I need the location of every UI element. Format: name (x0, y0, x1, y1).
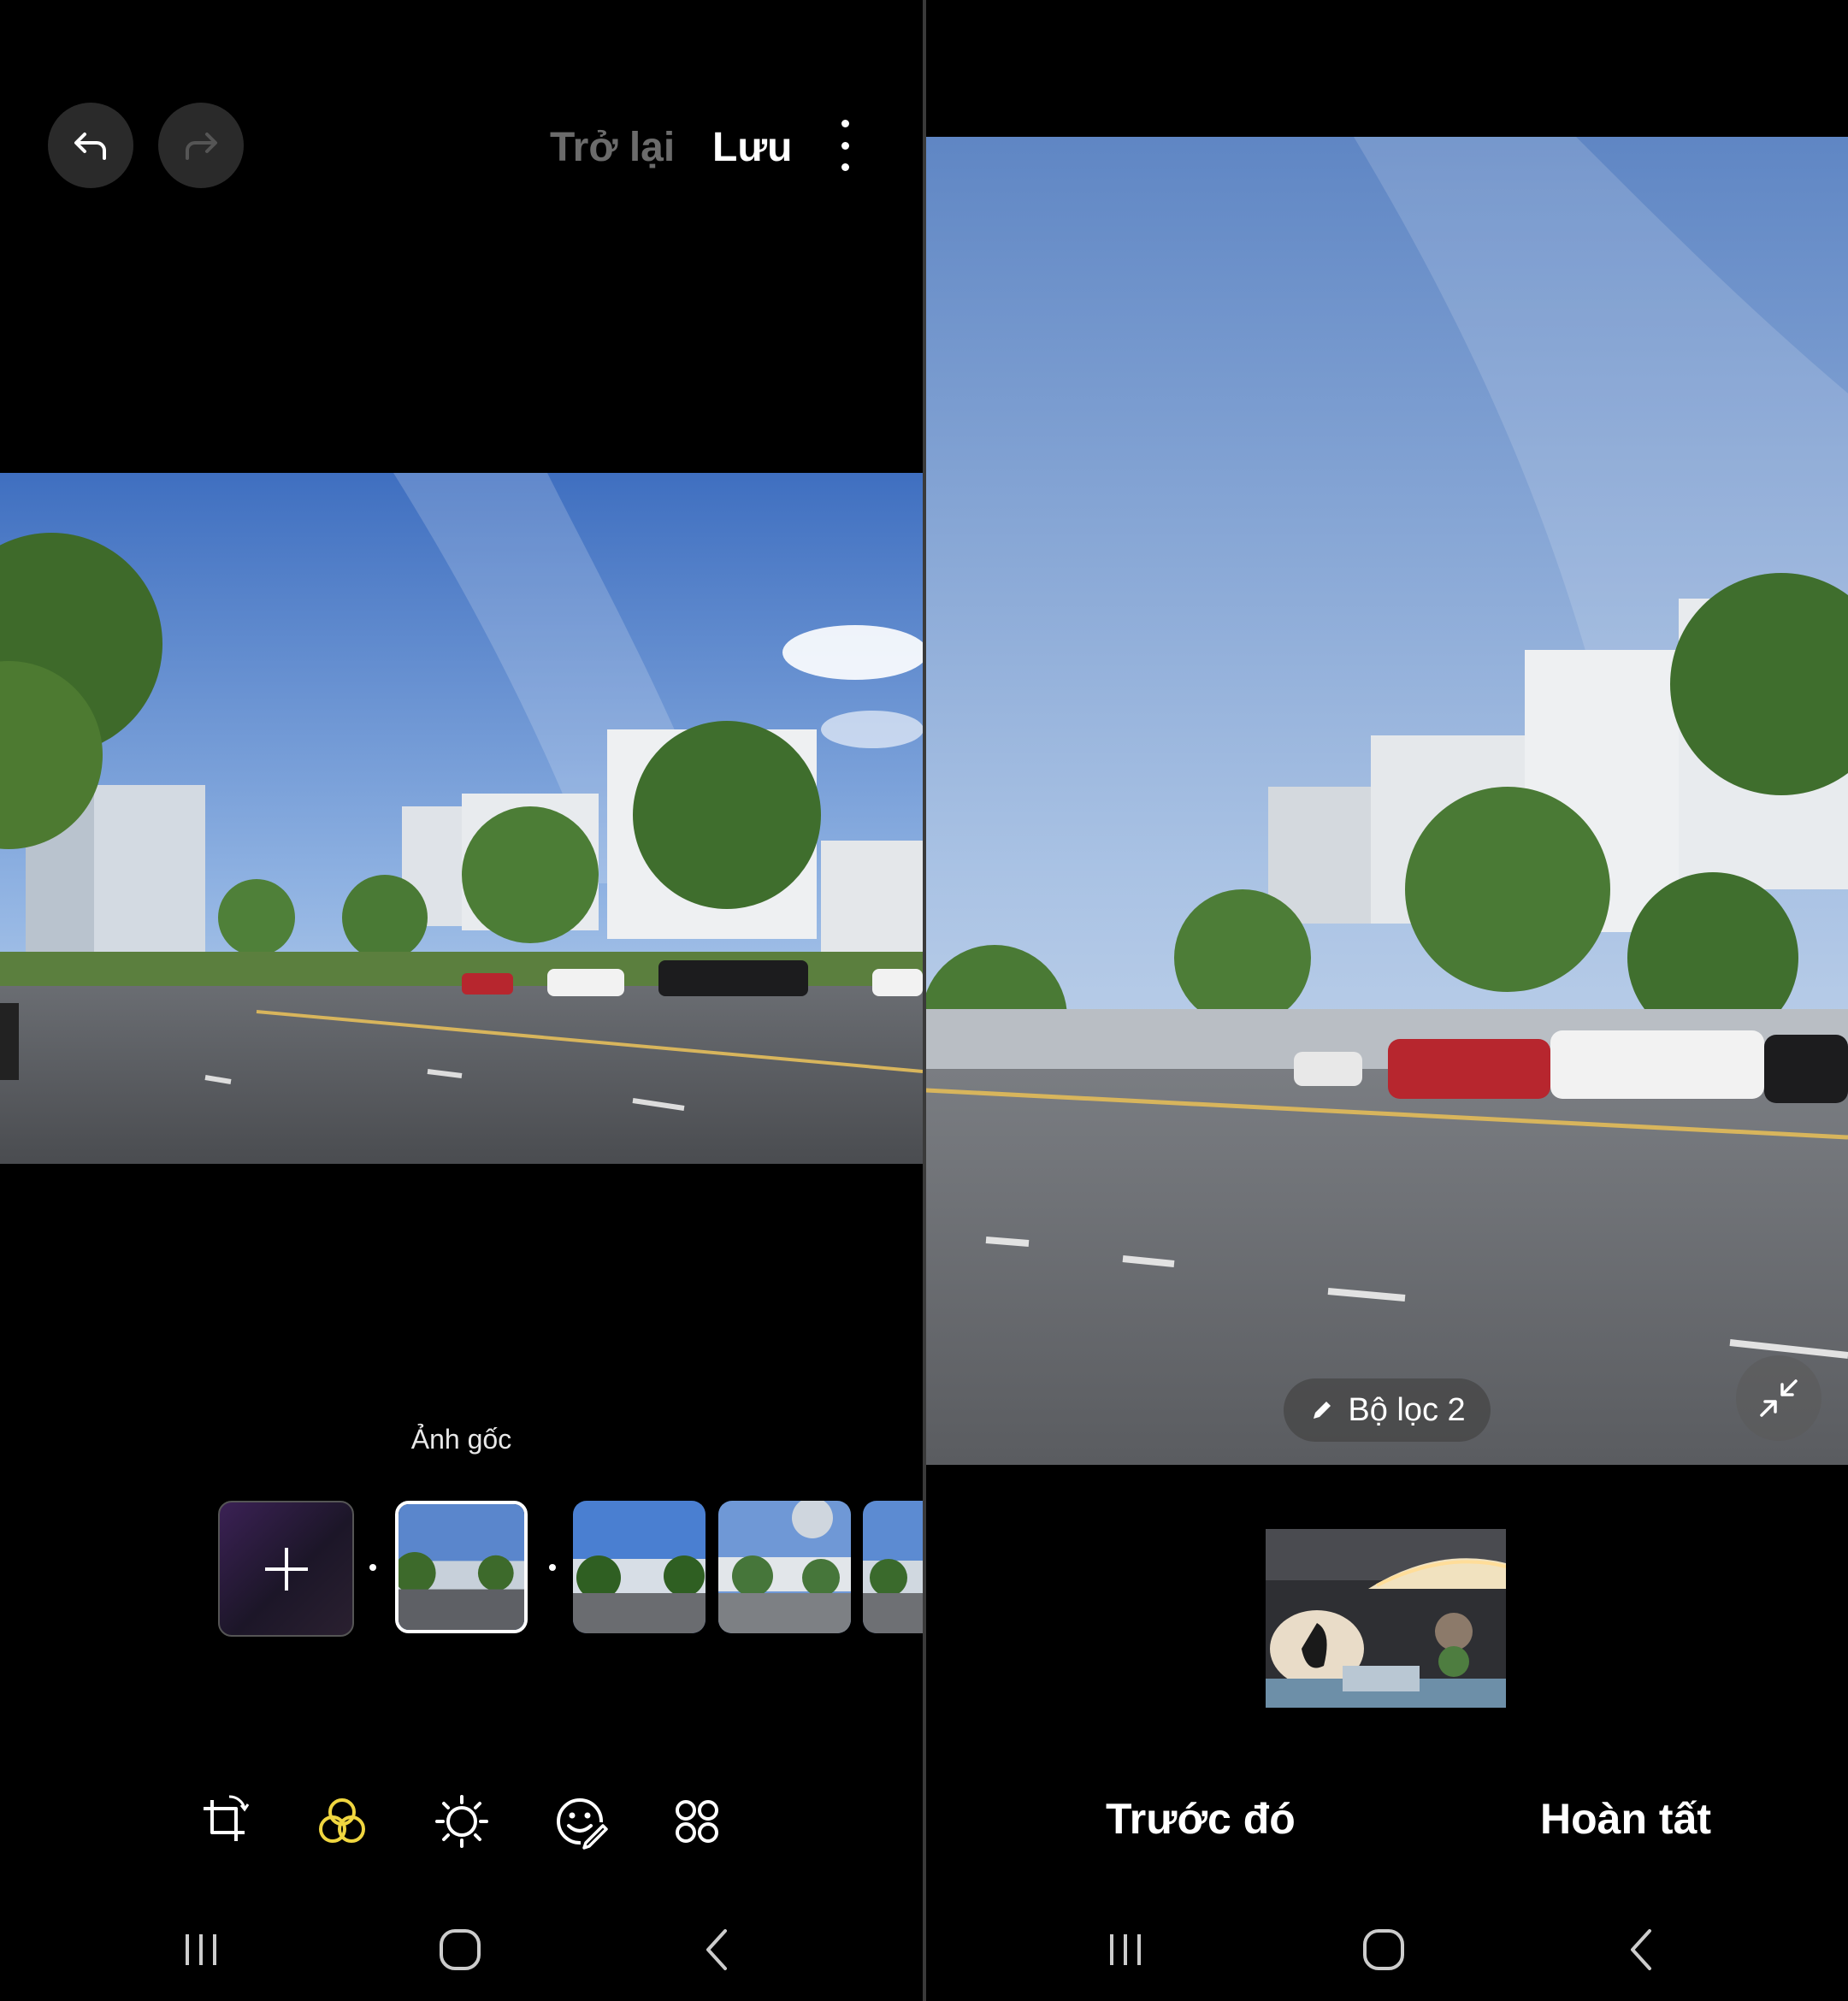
more-tools[interactable] (667, 1791, 727, 1851)
compare-panel: Bộ lọc 2 Trước đó Hoàn tất (926, 0, 1848, 2001)
home-button[interactable] (434, 1924, 486, 1975)
separator-dot (549, 1564, 556, 1571)
back-button[interactable] (693, 1924, 744, 1975)
back-icon (1631, 1929, 1651, 1970)
brightness-tool[interactable] (432, 1791, 492, 1851)
next-photo-thumbnail[interactable] (1266, 1529, 1506, 1708)
brightness-icon (435, 1795, 488, 1848)
recent-apps-icon (186, 1934, 216, 1965)
recent-apps-button[interactable] (1100, 1924, 1151, 1975)
add-filter-button[interactable] (218, 1501, 354, 1637)
back-button[interactable] (1617, 1924, 1668, 1975)
more-tools-icon (676, 1800, 718, 1843)
redo-button[interactable] (158, 103, 244, 188)
back-icon (706, 1929, 727, 1970)
filter-thumb-original[interactable] (395, 1501, 528, 1633)
sticker-icon (557, 1798, 608, 1850)
undo-button[interactable] (48, 103, 133, 188)
pencil-icon (1314, 1402, 1331, 1419)
save-button[interactable]: Lưu (712, 124, 792, 171)
filter-name-badge-label: Bộ lọc 2 (1348, 1391, 1466, 1428)
crop-rotate-icon (204, 1795, 250, 1841)
editor-panel: Trở lại Lưu Ảnh gốc (0, 0, 923, 2001)
recent-apps-button[interactable] (175, 1924, 227, 1975)
previous-button[interactable]: Trước đó (1106, 1794, 1296, 1844)
undo-icon (74, 133, 106, 160)
filter-thumb-1[interactable] (573, 1501, 706, 1633)
collapse-button[interactable] (1736, 1355, 1821, 1441)
recent-apps-icon (1110, 1934, 1141, 1965)
plus-icon (264, 1547, 308, 1591)
home-icon (440, 1929, 481, 1970)
collapse-icon (1760, 1379, 1798, 1417)
more-options-icon[interactable] (830, 120, 860, 171)
sticker-tool[interactable] (550, 1791, 610, 1851)
done-button[interactable]: Hoàn tất (1540, 1794, 1711, 1844)
filter-thumb-2[interactable] (718, 1501, 851, 1633)
separator-dot (369, 1564, 376, 1571)
filter-tool[interactable] (312, 1791, 372, 1851)
photo-preview[interactable] (0, 473, 923, 1164)
filter-icon (319, 1798, 365, 1843)
revert-button[interactable]: Trở lại (550, 124, 675, 171)
home-icon (1363, 1929, 1404, 1970)
filter-name-badge[interactable]: Bộ lọc 2 (1284, 1378, 1491, 1442)
filtered-photo-preview[interactable] (926, 137, 1848, 1465)
filter-name-label: Ảnh gốc (410, 1424, 512, 1455)
home-button[interactable] (1358, 1924, 1409, 1975)
filter-thumb-3[interactable] (863, 1501, 923, 1633)
redo-icon (186, 133, 217, 160)
crop-rotate-tool[interactable] (195, 1791, 255, 1851)
